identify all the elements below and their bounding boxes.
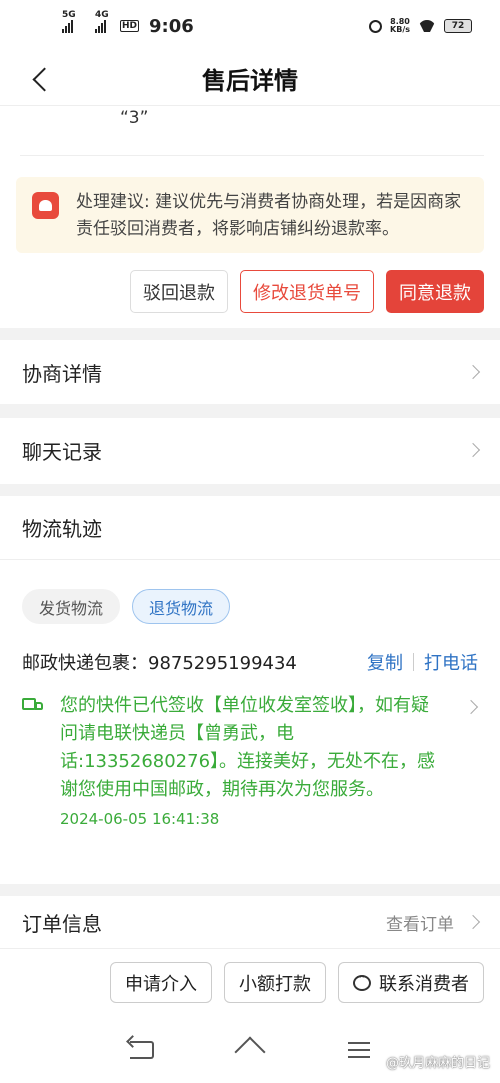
chat-records-row[interactable]: 聊天记录 [0,418,500,482]
network-speed-unit: KB/s [390,25,410,34]
signal-4g-label: 4G [95,10,109,20]
tracking-number: 邮政快递包裹：9875295199434 [22,653,297,674]
order-info-row: 订单信息 查看订单 [0,896,500,948]
agree-refund-button[interactable]: 同意退款 [386,270,484,313]
negotiation-details-row[interactable]: 协商详情 [0,340,500,404]
call-link[interactable]: 打电话 [424,649,478,675]
apply-intervention-button[interactable]: 申请介入 [110,962,212,1003]
battery-icon: 72 [444,19,472,33]
view-order-link[interactable]: 查看订单 [386,910,481,935]
copy-link[interactable]: 复制 [367,649,403,675]
event-description: 您的快件已代签收【单位收发室签收】，如有疑问请电联快递员【曾勇武，电话:1335… [60,695,436,800]
section-gap [0,404,500,418]
tab-return-logistics[interactable]: 退货物流 [132,589,231,624]
logistics-tabs: 发货物流 退货物流 [22,589,231,624]
event-timestamp: 2024-06-05 16:41:38 [60,810,220,828]
network-speed: 8.80 KB/s [390,18,410,34]
divider [413,653,414,671]
modify-return-number-button[interactable]: 修改退货单号 [240,270,374,313]
wifi-icon [418,20,436,32]
signal-5g-icon: 5G [62,10,76,33]
alarm-icon [369,19,383,33]
chevron-right-icon [465,442,481,458]
logistics-event[interactable]: 您的快件已代签收【单位收发室签收】，如有疑问请电联快递员【曾勇武，电话:1335… [22,692,482,828]
logistics-label: 物流轨迹 [22,517,102,541]
action-button-row: 驳回退款 修改退货单号 同意退款 [130,270,484,313]
view-order-label: 查看订单 [386,914,454,935]
page-title: 售后详情 [202,67,298,95]
signal-4g-icon: 4G [95,10,109,33]
back-arrow-icon[interactable] [30,65,52,93]
advice-notice: 处理建议: 建议优先与消费者协商处理，若是因商家责任驳回消费者，将影响店铺纠纷退… [16,177,484,253]
reject-refund-button[interactable]: 驳回退款 [130,270,228,313]
order-info-label: 订单信息 [22,911,102,936]
divider [20,155,484,156]
tab-shipping-logistics[interactable]: 发货物流 [22,589,121,624]
bottom-action-bar: 申请介入 小额打款 联系消费者 [0,948,500,1016]
page-header: 售后详情 [0,52,500,106]
section-gap [0,484,500,496]
quoted-text: “3” [120,108,149,128]
status-bar: 5G 4G HD 9:06 8.80 KB/s 72 [0,0,500,52]
chat-bubble-icon [353,973,371,991]
nav-home-icon[interactable] [235,1039,267,1061]
truck-icon [22,698,44,714]
system-navigation-bar [0,1016,500,1083]
nav-menu-icon[interactable] [347,1041,370,1058]
shop-logo-icon [32,192,59,219]
hd-voice-icon: HD [120,20,140,32]
negotiation-details-label: 协商详情 [22,361,102,386]
section-gap [0,884,500,896]
chat-records-label: 聊天记录 [22,439,102,464]
watermark: @玖月麻麻的日记 [385,1056,490,1071]
contact-consumer-label: 联系消费者 [379,973,469,995]
small-payment-button[interactable]: 小额打款 [224,962,326,1003]
contact-consumer-button[interactable]: 联系消费者 [338,962,484,1003]
chevron-right-icon [463,699,479,715]
section-gap [0,328,500,340]
chevron-right-icon [465,914,481,930]
chevron-right-icon [465,364,481,380]
logistics-header-row: 物流轨迹 [0,496,500,560]
nav-back-icon[interactable] [130,1040,155,1059]
clock: 9:06 [149,15,194,37]
signal-5g-label: 5G [62,10,76,20]
tracking-row: 邮政快递包裹：9875295199434 复制 打电话 [22,648,478,676]
advice-text: 处理建议: 建议优先与消费者协商处理，若是因商家责任驳回消费者，将影响店铺纠纷退… [76,192,462,239]
